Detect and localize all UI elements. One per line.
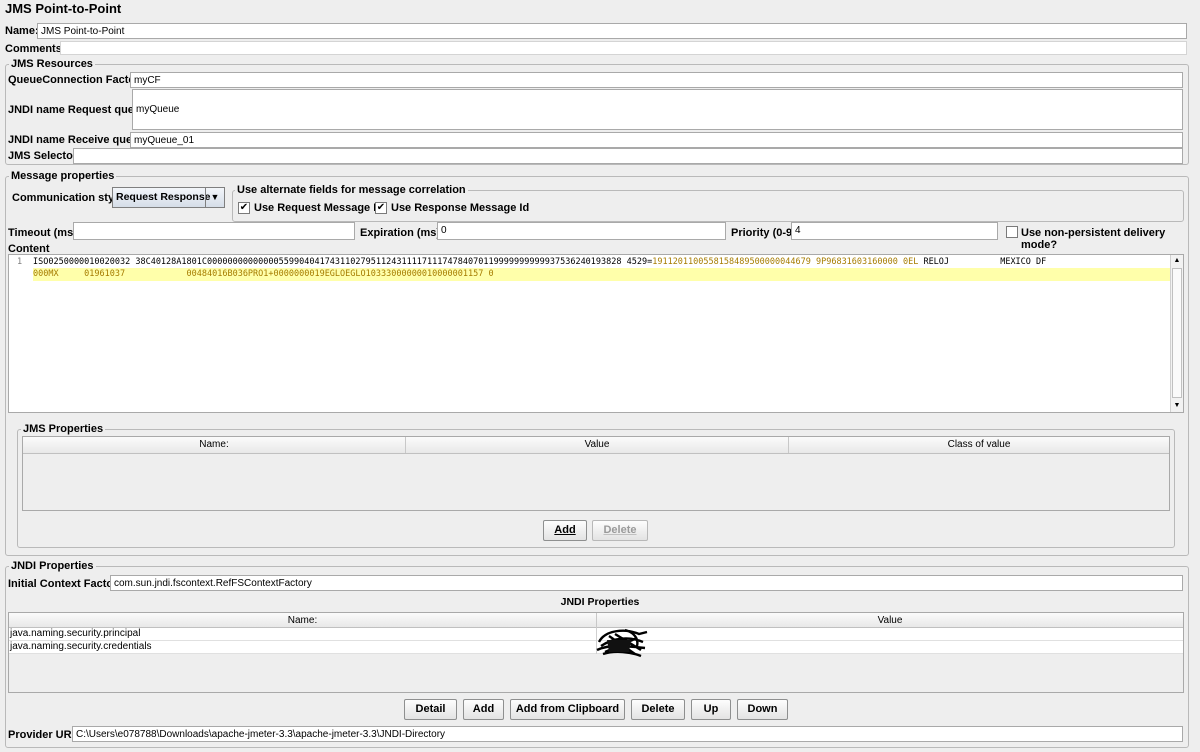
jms-selector-label: JMS Selector bbox=[8, 150, 78, 162]
column-header-name[interactable]: Name: bbox=[23, 437, 406, 453]
request-queue-label: JNDI name Request queue bbox=[8, 104, 147, 116]
up-button[interactable]: Up bbox=[691, 699, 731, 720]
initial-context-factory-label: Initial Context Factory bbox=[8, 578, 124, 590]
expiration-input[interactable]: 0 bbox=[437, 222, 726, 240]
timeout-label: Timeout (ms) bbox=[8, 227, 77, 239]
jndi-delete-button[interactable]: Delete bbox=[631, 699, 685, 720]
use-response-id-checkbox[interactable]: ✔ bbox=[375, 202, 387, 214]
jms-delete-button: Delete bbox=[592, 520, 648, 541]
provider-url-input[interactable]: C:\Users\e078788\Downloads\apache-jmeter… bbox=[72, 726, 1183, 742]
comments-input[interactable] bbox=[60, 41, 1187, 55]
line-number: 1 bbox=[17, 257, 23, 267]
name-input[interactable]: JMS Point-to-Point bbox=[37, 23, 1187, 39]
jndi-add-button[interactable]: Add bbox=[463, 699, 504, 720]
content-line-1-part-a: ISO0250000010020032 38C40128A1801C000000… bbox=[33, 257, 653, 267]
page-title: JMS Point-to-Point bbox=[5, 1, 122, 16]
provider-url-label: Provider URL bbox=[8, 729, 79, 741]
qcf-input[interactable]: myCF bbox=[130, 72, 1183, 88]
scroll-down-icon[interactable]: ▼ bbox=[1171, 400, 1183, 412]
comments-label: Comments: bbox=[5, 43, 66, 55]
request-queue-input[interactable]: myQueue bbox=[132, 89, 1183, 130]
receive-queue-input[interactable]: myQueue_01 bbox=[130, 132, 1183, 148]
content-editor[interactable]: 1 ISO0250000010020032 38C40128A1801C0000… bbox=[8, 254, 1184, 413]
add-from-clipboard-button[interactable]: Add from Clipboard bbox=[510, 699, 625, 720]
expiration-label: Expiration (ms) bbox=[360, 227, 441, 239]
name-label: Name: bbox=[5, 25, 39, 37]
non-persistent-checkbox[interactable] bbox=[1006, 226, 1018, 238]
content-line-2: 000MX 01961037 00484016B036PRO1+00000000… bbox=[33, 269, 494, 279]
jms-properties-header: Name: Value Class of value bbox=[23, 437, 1169, 454]
jms-properties-legend: JMS Properties bbox=[21, 423, 106, 435]
down-button[interactable]: Down bbox=[737, 699, 788, 720]
jndi-column-header-value[interactable]: Value bbox=[597, 613, 1183, 628]
comm-style-select[interactable]: Request Response ▼ bbox=[112, 187, 225, 208]
scroll-thumb[interactable] bbox=[1172, 268, 1182, 398]
content-scrollbar[interactable]: ▲ ▼ bbox=[1170, 255, 1183, 412]
comm-style-value: Request Response bbox=[116, 191, 211, 203]
message-properties-legend: Message properties bbox=[9, 170, 117, 182]
jndi-properties-legend: JNDI Properties bbox=[9, 560, 96, 572]
jms-selector-input[interactable] bbox=[73, 148, 1183, 164]
jndi-row-name: java.naming.security.credentials bbox=[10, 641, 152, 652]
comm-style-label: Communication style bbox=[12, 192, 124, 204]
receive-queue-label: JNDI name Receive queue bbox=[8, 134, 145, 146]
scroll-up-icon[interactable]: ▲ bbox=[1171, 255, 1183, 267]
initial-context-factory-input[interactable]: com.sun.jndi.fscontext.RefFSContextFacto… bbox=[110, 575, 1183, 591]
non-persistent-label: Use non-persistent delivery mode? bbox=[1021, 227, 1166, 251]
priority-input[interactable]: 4 bbox=[791, 222, 998, 240]
content-line-1-part-c: RELOJ MEXICO DF bbox=[918, 257, 1047, 267]
jndi-table-title: JNDI Properties bbox=[560, 596, 640, 608]
jms-properties-table[interactable]: Name: Value Class of value bbox=[22, 436, 1170, 511]
jndi-column-header-name[interactable]: Name: bbox=[9, 613, 597, 628]
priority-label: Priority (0-9) bbox=[731, 227, 796, 239]
use-response-id-label: Use Response Message Id bbox=[391, 202, 530, 214]
use-request-id-checkbox[interactable]: ✔ bbox=[238, 202, 250, 214]
chevron-down-icon[interactable]: ▼ bbox=[205, 188, 224, 207]
jms-add-button[interactable]: Add bbox=[543, 520, 587, 541]
jndi-properties-table[interactable]: Name: Value java.naming.security.princip… bbox=[8, 612, 1184, 693]
timeout-input[interactable] bbox=[73, 222, 355, 240]
correlation-legend: Use alternate fields for message correla… bbox=[235, 184, 468, 196]
jndi-row-name: java.naming.security.principal bbox=[10, 628, 141, 639]
column-header-value[interactable]: Value bbox=[406, 437, 789, 453]
add-mnemonic: Add bbox=[554, 524, 576, 536]
redaction-scribble bbox=[596, 628, 648, 658]
detail-button[interactable]: Detail bbox=[404, 699, 457, 720]
content-line-1: ISO0250000010020032 38C40128A1801C000000… bbox=[33, 257, 1046, 268]
delete-label: Delete bbox=[603, 524, 637, 536]
content-line-1-part-b: 1911201100558158489500000044679 9P968316… bbox=[652, 257, 919, 267]
use-request-id-label: Use Request Message Id bbox=[254, 202, 383, 214]
column-header-class[interactable]: Class of value bbox=[789, 437, 1169, 453]
qcf-label: QueueConnection Factory bbox=[8, 74, 146, 86]
jms-resources-legend: JMS Resources bbox=[9, 58, 95, 70]
